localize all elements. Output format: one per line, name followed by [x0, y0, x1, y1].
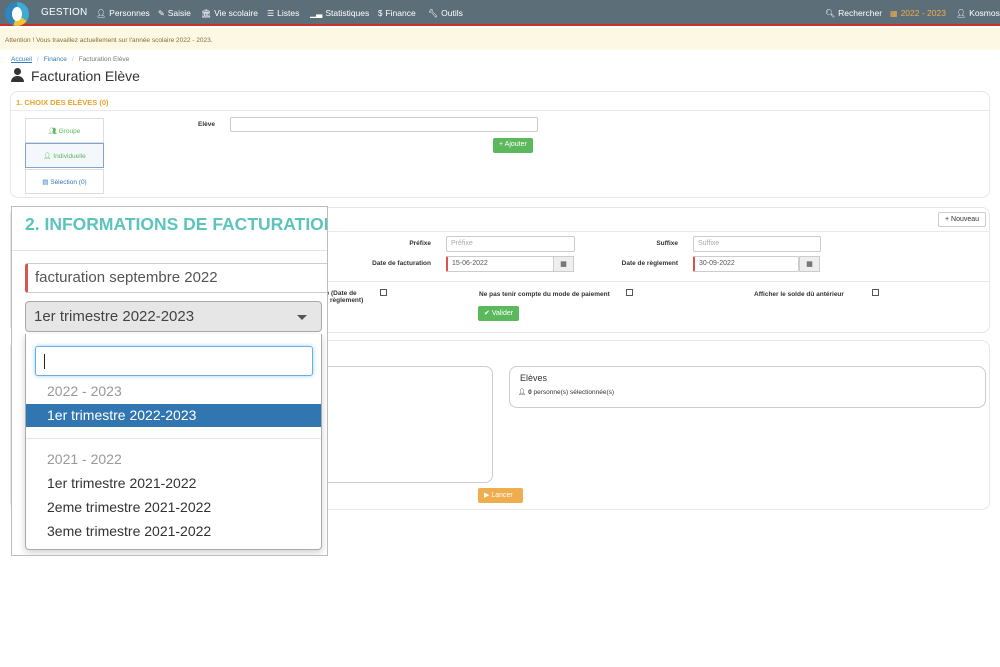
add-eleve-button[interactable]: + Ajouter — [493, 138, 533, 153]
dollar-icon: $ — [378, 9, 383, 18]
nav-school-year[interactable]: ▦ 2022 - 2023 — [890, 8, 946, 18]
criteria-box — [300, 366, 493, 483]
tab-individuelle[interactable]: 👤︎ Individuelle — [25, 143, 104, 168]
breadcrumb-home[interactable]: Accueil — [11, 56, 32, 63]
brand-label[interactable]: GESTION — [41, 7, 87, 18]
tab-groupe[interactable]: 👥︎ Groupe — [25, 118, 104, 143]
option-1er-trimestre-2022-2023[interactable]: 1er trimestre 2022-2023 — [26, 404, 321, 427]
play-icon: ▶ — [484, 492, 490, 499]
prefixe-label: Préfixe — [409, 240, 431, 247]
libelle-input[interactable]: facturation septembre 2022 — [25, 263, 327, 293]
nav-personnes[interactable]: 👤︎ Personnes — [96, 8, 150, 18]
nav-finance[interactable]: $ Finance — [378, 8, 416, 18]
eleves-box: Elèves 👤︎ 0 personne(s) sélectionnée(s) — [509, 366, 986, 408]
breadcrumb-finance[interactable]: Finance — [44, 56, 67, 63]
date-reglement-label: Date de règlement — [621, 260, 678, 267]
solde-anterieur-label: Afficher le solde dû antérieur — [754, 291, 844, 298]
wrench-icon: 🔧︎ — [428, 9, 439, 18]
selected-count: 👤︎ 0 personne(s) sélectionnée(s) — [518, 389, 615, 396]
list-icon: ☰ — [267, 9, 275, 18]
school-year-warning: Attention ! Vous travaillez actuellement… — [0, 28, 1000, 50]
period-dropdown: 2022 - 2023 1er trimestre 2022-2023 2021… — [25, 334, 322, 550]
eleves-title: Elèves — [520, 373, 548, 383]
nav-statistiques[interactable]: ▁▃ Statistiques — [310, 8, 369, 18]
period-select[interactable]: 1er trimestre 2022-2023 — [25, 301, 322, 332]
date-facturation-input[interactable]: 15-06-2022 — [446, 256, 554, 272]
search-icon: 🔍︎ — [825, 9, 836, 18]
nav-user[interactable]: 👤︎ Kosmos — [956, 8, 1000, 18]
user-icon: 👤︎ — [956, 9, 967, 18]
date-reglement-input[interactable]: 30-09-2022 — [693, 256, 799, 272]
lancer-button[interactable]: ▶ Lancer — [478, 488, 523, 503]
nav-vie-scolaire[interactable]: 🏛︎ Vie scolaire — [201, 8, 258, 18]
dropdown-search-input[interactable] — [35, 346, 313, 376]
echeance-checkbox[interactable] — [380, 289, 387, 296]
bar-chart-icon: ▁▃ — [310, 9, 323, 18]
bank-icon: 🏛︎ — [201, 9, 212, 18]
eleve-input[interactable] — [230, 117, 538, 132]
eleve-label: Elève — [198, 121, 215, 128]
app-logo[interactable] — [5, 2, 29, 26]
check-icon: ✔ — [484, 310, 490, 317]
calendar-icon: ▦ — [890, 9, 898, 18]
suffixe-input[interactable]: Suffixe — [693, 236, 821, 252]
date-facturation-label: Date de facturation — [372, 260, 431, 267]
suffixe-label: Suffixe — [656, 240, 678, 247]
solde-anterieur-checkbox[interactable] — [872, 289, 879, 296]
mode-paiement-label: Ne pas tenir compte du mode de paiement — [479, 291, 610, 298]
breadcrumb: Accueil / Finance / Facturation Elève — [11, 56, 130, 63]
option-1er-trimestre-2021-2022[interactable]: 1er trimestre 2021-2022 — [26, 472, 321, 495]
section1-heading: 1. CHOIX DES ÉLÈVES (0) — [16, 98, 109, 107]
section2-heading: 2. INFORMATIONS DE FACTURATION — [25, 214, 328, 234]
option-3eme-trimestre-2021-2022[interactable]: 3eme trimestre 2021-2022 — [26, 520, 321, 543]
nav-outils[interactable]: 🔧︎ Outils — [428, 8, 463, 18]
nouveau-button[interactable]: + Nouveau — [938, 212, 987, 227]
nav-search[interactable]: 🔍︎ Rechercher — [825, 8, 882, 18]
user-icon: 👤︎ — [43, 153, 52, 160]
mode-paiement-checkbox[interactable] — [626, 289, 633, 296]
option-group-label: 2021 - 2022 — [47, 451, 122, 467]
option-group-label: 2022 - 2023 — [47, 383, 122, 399]
page-title: Facturation Elève — [10, 68, 140, 84]
prefixe-input[interactable]: Préfixe — [446, 236, 575, 252]
breadcrumb-current: Facturation Elève — [78, 56, 130, 63]
calendar-icon[interactable]: ▦ — [553, 256, 574, 272]
tab-selection[interactable]: ▤ Sélection (0) — [25, 169, 104, 194]
user-icon: 👤︎ — [96, 9, 107, 18]
user-icon — [10, 68, 25, 83]
group-icon: 👥︎ — [48, 128, 57, 135]
nav-saisie[interactable]: ✎ Saisie — [158, 8, 191, 18]
calendar-icon[interactable]: ▦ — [799, 256, 820, 272]
top-navbar: GESTION 👤︎ Personnes ✎ Saisie 🏛︎ Vie scolai… — [0, 0, 1000, 26]
caret-down-icon — [297, 315, 307, 320]
nav-listes[interactable]: ☰ Listes — [267, 8, 299, 18]
validate-button[interactable]: ✔ Valider — [478, 306, 520, 321]
user-icon: 👤︎ — [518, 389, 527, 396]
list-box-icon: ▤ — [42, 179, 49, 186]
edit-icon: ✎ — [158, 9, 165, 18]
zoom-callout: 2. INFORMATIONS DE FACTURATION facturati… — [11, 206, 328, 556]
option-2eme-trimestre-2021-2022[interactable]: 2eme trimestre 2021-2022 — [26, 496, 321, 519]
